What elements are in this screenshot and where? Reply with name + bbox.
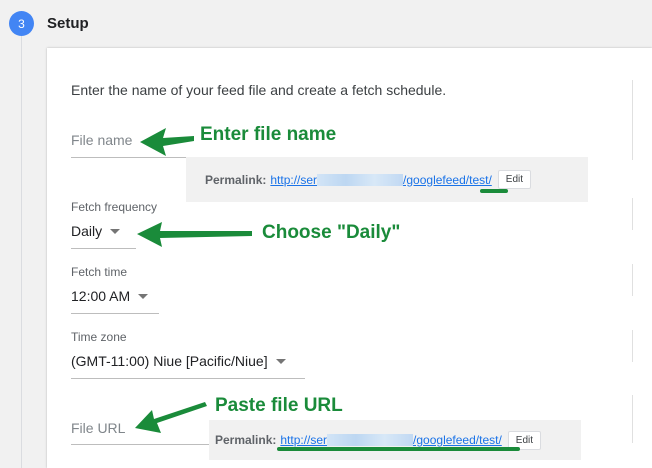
annotation-choose-daily: Choose "Daily" <box>262 222 401 243</box>
arrow-icon <box>140 128 194 156</box>
annotation-paste-file-url: Paste file URL <box>215 395 343 416</box>
annotation-enter-file-name: Enter file name <box>200 124 337 145</box>
arrow-icon <box>137 222 252 247</box>
arrow-icon <box>135 402 207 433</box>
